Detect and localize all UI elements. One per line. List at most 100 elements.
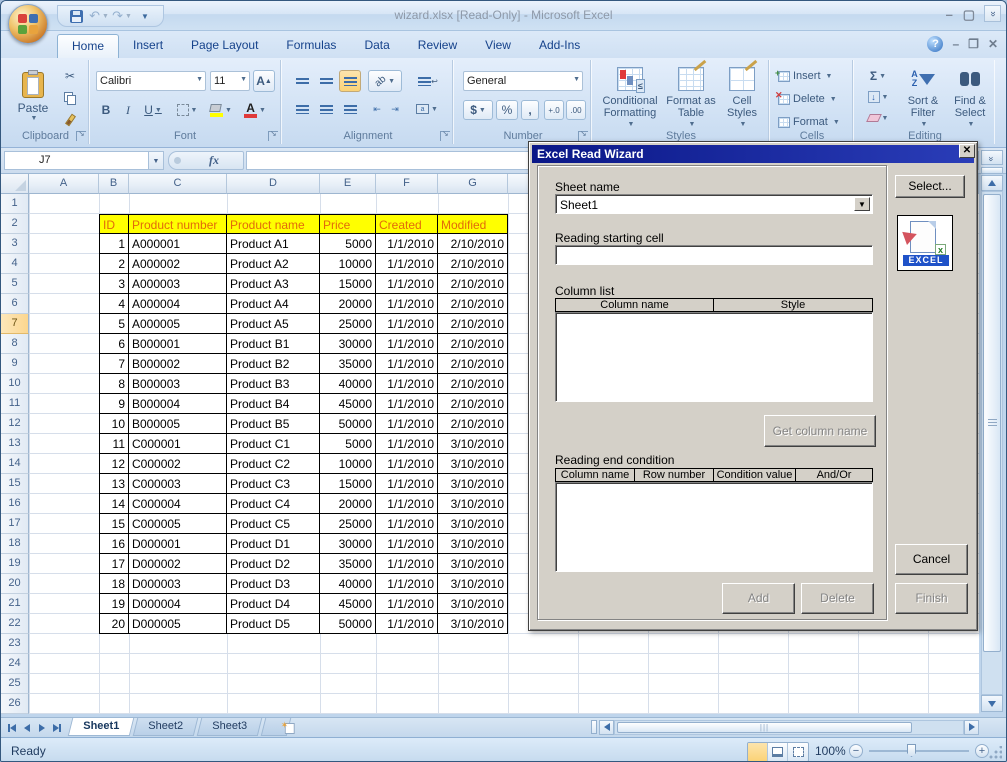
table-cell[interactable]: D000002 — [129, 554, 227, 574]
table-cell[interactable]: C000003 — [129, 474, 227, 494]
table-cell[interactable]: Product A1 — [227, 234, 320, 254]
number-dialog-launcher-icon[interactable] — [578, 131, 588, 141]
tab-insert[interactable]: Insert — [119, 34, 177, 58]
table-cell[interactable]: A000004 — [129, 294, 227, 314]
clipboard-dialog-launcher-icon[interactable] — [76, 131, 86, 141]
table-cell[interactable]: 8 — [99, 374, 129, 394]
alignment-dialog-launcher-icon[interactable] — [440, 131, 450, 141]
table-cell[interactable]: 1/1/2010 — [376, 614, 438, 634]
comma-format-icon[interactable]: , — [521, 100, 539, 120]
table-cell[interactable]: Product D4 — [227, 594, 320, 614]
table-cell[interactable]: Product C2 — [227, 454, 320, 474]
table-cell[interactable]: 1/1/2010 — [376, 254, 438, 274]
table-cell[interactable]: Product C1 — [227, 434, 320, 454]
first-sheet-icon[interactable] — [5, 721, 18, 734]
last-sheet-icon[interactable] — [50, 721, 63, 734]
column-list-box[interactable] — [555, 312, 873, 402]
scroll-down-icon[interactable] — [981, 695, 1003, 712]
zoom-out-icon[interactable]: − — [849, 744, 863, 758]
table-cell[interactable]: 12 — [99, 454, 129, 474]
font-dialog-launcher-icon[interactable] — [268, 131, 278, 141]
table-cell[interactable]: Product C4 — [227, 494, 320, 514]
conditional-formatting-button[interactable]: ≤ Conditional Formatting▼ — [597, 64, 663, 140]
table-cell[interactable]: 5000 — [320, 434, 376, 454]
row-header-24[interactable]: 24 — [1, 654, 29, 674]
row-header-5[interactable]: 5 — [1, 274, 29, 294]
table-cell[interactable]: 1 — [99, 234, 129, 254]
underline-button[interactable]: U▼ — [140, 100, 166, 120]
office-button[interactable] — [8, 4, 48, 44]
table-cell[interactable]: C000004 — [129, 494, 227, 514]
delete-button[interactable]: Delete — [801, 583, 874, 614]
clear-icon[interactable]: ▼ — [861, 109, 895, 127]
table-cell[interactable]: 3/10/2010 — [438, 474, 508, 494]
row-header-4[interactable]: 4 — [1, 254, 29, 274]
table-cell[interactable]: 10000 — [320, 454, 376, 474]
row-header-21[interactable]: 21 — [1, 594, 29, 614]
table-cell[interactable]: 1/1/2010 — [376, 314, 438, 334]
table-cell[interactable]: C000005 — [129, 514, 227, 534]
table-cell[interactable]: 30000 — [320, 534, 376, 554]
delete-cells-button[interactable]: ✕ Delete▼ — [778, 93, 837, 105]
table-cell[interactable]: Product A3 — [227, 274, 320, 294]
increase-indent-icon[interactable]: ⇥ — [386, 98, 404, 120]
decrease-indent-icon[interactable]: ⇤ — [368, 98, 386, 120]
page-break-view-button[interactable] — [788, 743, 808, 761]
row-header-18[interactable]: 18 — [1, 534, 29, 554]
find-select-button[interactable]: Find & Select▼ — [948, 64, 992, 140]
autosum-icon[interactable]: Σ▼ — [861, 67, 895, 85]
table-cell[interactable]: 2/10/2010 — [438, 354, 508, 374]
table-cell[interactable]: 2/10/2010 — [438, 334, 508, 354]
table-cell[interactable]: B000004 — [129, 394, 227, 414]
format-painter-icon[interactable] — [59, 110, 81, 130]
tab-formulas[interactable]: Formulas — [272, 34, 350, 58]
sheet-tab-sheet2[interactable]: Sheet2 — [133, 718, 198, 736]
table-cell[interactable]: D000001 — [129, 534, 227, 554]
table-cell[interactable]: Product D5 — [227, 614, 320, 634]
table-cell[interactable]: 5 — [99, 314, 129, 334]
table-cell[interactable]: 17 — [99, 554, 129, 574]
column-header-D[interactable]: D — [227, 174, 320, 194]
table-cell[interactable]: A000002 — [129, 254, 227, 274]
table-cell[interactable]: 3/10/2010 — [438, 594, 508, 614]
table-cell[interactable]: 14 — [99, 494, 129, 514]
table-cell[interactable]: Product B4 — [227, 394, 320, 414]
row-header-1[interactable]: 1 — [1, 194, 29, 214]
table-cell[interactable]: 3/10/2010 — [438, 554, 508, 574]
horizontal-scrollbar[interactable] — [589, 719, 979, 735]
table-cell[interactable]: 1/1/2010 — [376, 434, 438, 454]
vertical-scroll-track[interactable] — [981, 191, 1003, 695]
align-right-icon[interactable] — [339, 98, 361, 120]
table-cell[interactable]: 25000 — [320, 314, 376, 334]
table-cell[interactable]: 1/1/2010 — [376, 354, 438, 374]
scroll-chevron-icon[interactable]: » — [981, 150, 1003, 165]
bold-button[interactable]: B — [96, 100, 116, 120]
row-header-9[interactable]: 9 — [1, 354, 29, 374]
merge-center-icon[interactable]: a ▼ — [410, 98, 444, 120]
table-cell[interactable]: 40000 — [320, 374, 376, 394]
table-header-cell[interactable]: Product number — [129, 214, 227, 234]
scroll-right-icon[interactable] — [964, 720, 979, 735]
table-cell[interactable]: 18 — [99, 574, 129, 594]
decrease-decimal-icon[interactable]: .00 — [566, 100, 586, 120]
sheet-name-combo[interactable]: Sheet1 ▼ — [555, 194, 873, 214]
table-cell[interactable]: 35000 — [320, 354, 376, 374]
table-cell[interactable]: Product D1 — [227, 534, 320, 554]
table-cell[interactable]: 35000 — [320, 554, 376, 574]
row-header-6[interactable]: 6 — [1, 294, 29, 314]
table-cell[interactable]: 45000 — [320, 594, 376, 614]
table-cell[interactable]: 30000 — [320, 334, 376, 354]
name-box[interactable]: J7 — [4, 151, 149, 170]
zoom-slider-thumb[interactable] — [907, 744, 916, 757]
row-header-2[interactable]: 2 — [1, 214, 29, 234]
split-handle[interactable] — [981, 167, 1003, 174]
page-layout-view-button[interactable] — [768, 743, 788, 761]
fill-color-icon[interactable]: ▼ — [206, 100, 236, 120]
currency-format-icon[interactable]: $▼ — [463, 100, 493, 120]
table-cell[interactable]: 3/10/2010 — [438, 574, 508, 594]
table-cell[interactable]: 10000 — [320, 254, 376, 274]
table-cell[interactable]: 15000 — [320, 474, 376, 494]
sheet-tab-sheet1[interactable]: Sheet1 — [68, 718, 135, 736]
table-cell[interactable]: 1/1/2010 — [376, 374, 438, 394]
align-left-icon[interactable] — [291, 98, 313, 120]
